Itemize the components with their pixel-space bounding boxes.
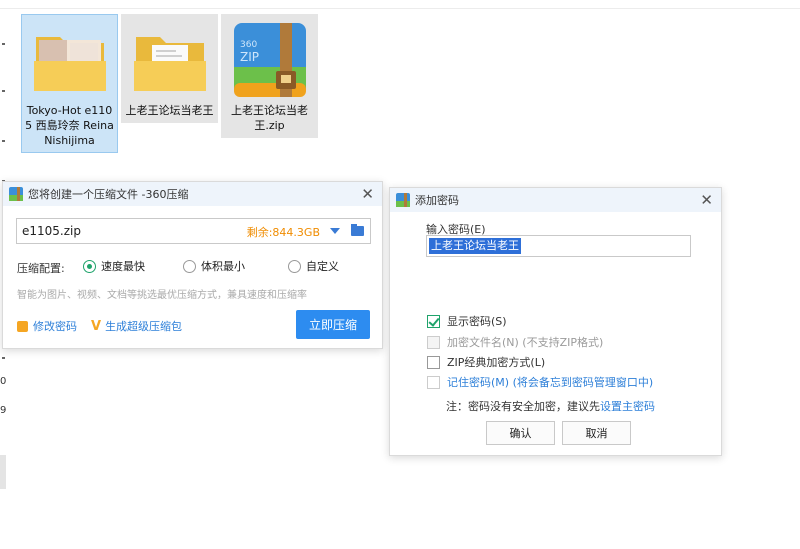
file-name: Tokyo-Hot e1105 西島玲奈 Reina Nishijima bbox=[25, 104, 114, 147]
edge-mark bbox=[2, 357, 5, 359]
show-password-checkbox[interactable]: 显示密码(S) bbox=[427, 313, 507, 329]
file-name: 上老王论坛当老王 bbox=[125, 104, 214, 117]
radio-circle bbox=[83, 259, 96, 273]
v-badge-icon: V bbox=[91, 318, 102, 334]
close-icon[interactable]: ✕ bbox=[361, 185, 374, 203]
radio-label: 体积最小 bbox=[201, 260, 245, 273]
compress-dialog-titlebar[interactable]: 您将创建一个压缩文件 -360压缩 ✕ bbox=[3, 182, 382, 206]
change-password-link[interactable]: 修改密码 bbox=[33, 318, 77, 334]
free-space-label: 剩余:844.3GB bbox=[246, 226, 320, 239]
config-label: 压缩配置: bbox=[17, 262, 65, 275]
radio-custom[interactable]: 自定义 bbox=[288, 258, 339, 274]
password-dialog-title: 添加密码 bbox=[415, 194, 459, 207]
archive-filename[interactable]: e1105.zip bbox=[22, 224, 81, 238]
compress-links: 修改密码 V 生成超级压缩包 bbox=[17, 318, 182, 334]
compress-dialog-title: 您将创建一个压缩文件 -360压缩 bbox=[28, 188, 189, 201]
radio-smallest[interactable]: 体积最小 bbox=[183, 258, 245, 274]
photo-folder-icon bbox=[30, 21, 110, 101]
super-archive-link[interactable]: 生成超级压缩包 bbox=[105, 318, 182, 334]
compress-now-button[interactable]: 立即压缩 bbox=[296, 310, 370, 339]
browse-folder-icon[interactable] bbox=[351, 224, 364, 236]
add-password-dialog: 添加密码 ✕ 输入密码(E) 上老王论坛当老王 显示密码(S) 加密文件名(N)… bbox=[389, 187, 722, 456]
checkbox-label: 加密文件名(N) (不支持ZIP格式) bbox=[447, 336, 604, 349]
edge-mark bbox=[2, 140, 5, 142]
encrypt-filenames-checkbox[interactable]: 加密文件名(N) (不支持ZIP格式) bbox=[427, 334, 603, 350]
checkbox-label: ZIP经典加密方式(L) bbox=[447, 356, 546, 369]
file-item-folder-2[interactable]: 上老王论坛当老王 bbox=[121, 14, 218, 123]
compress-hint: 智能为图片、视频、文档等挑选最优压缩方式，兼具速度和压缩率 bbox=[17, 290, 307, 301]
password-dialog-titlebar[interactable]: 添加密码 ✕ bbox=[390, 188, 721, 212]
password-value[interactable]: 上老王论坛当老王 bbox=[429, 238, 521, 254]
folder-icon bbox=[130, 21, 210, 101]
compress-app-icon bbox=[9, 187, 23, 201]
checkbox-box bbox=[427, 335, 440, 349]
edge-glyph: 9 bbox=[0, 405, 7, 416]
note-text: 注：密码没有安全加密，建议先 bbox=[446, 400, 600, 413]
svg-text:ZIP: ZIP bbox=[240, 50, 259, 64]
remember-password-checkbox[interactable]: 记住密码(M) (将会备忘到密码管理窗口中) bbox=[427, 374, 653, 390]
file-name: 上老王论坛当老王.zip bbox=[231, 104, 308, 132]
radio-circle bbox=[183, 259, 196, 273]
top-divider bbox=[0, 8, 800, 9]
radio-label: 自定义 bbox=[306, 260, 339, 273]
zip-archive-icon: 360 ZIP bbox=[230, 21, 310, 101]
file-item-zip[interactable]: 360 ZIP 上老王论坛当老王.zip bbox=[221, 14, 318, 138]
checkbox-box bbox=[427, 314, 440, 328]
edge-glyph: 0 bbox=[0, 376, 7, 387]
scrollbar-thumb[interactable] bbox=[0, 455, 6, 489]
checkbox-box bbox=[427, 355, 440, 369]
compress-app-icon bbox=[396, 193, 410, 207]
password-field[interactable]: 上老王论坛当老王 bbox=[426, 235, 691, 257]
cancel-button[interactable]: 取消 bbox=[562, 421, 631, 445]
checkbox-label: 显示密码(S) bbox=[447, 315, 507, 328]
zip-classic-checkbox[interactable]: ZIP经典加密方式(L) bbox=[427, 354, 545, 370]
chevron-down-icon[interactable] bbox=[330, 228, 340, 234]
radio-label: 速度最快 bbox=[101, 260, 145, 273]
svg-text:360: 360 bbox=[240, 40, 257, 50]
edge-mark bbox=[2, 90, 5, 92]
checkbox-label: 记住密码(M) (将会备忘到密码管理窗口中) bbox=[447, 376, 654, 389]
radio-circle bbox=[288, 259, 301, 273]
security-note: 注：密码没有安全加密，建议先设置主密码 bbox=[446, 398, 655, 414]
checkbox-box bbox=[427, 375, 440, 389]
lock-icon bbox=[17, 320, 28, 332]
compress-dialog: 您将创建一个压缩文件 -360压缩 ✕ e1105.zip 剩余:844.3GB… bbox=[2, 181, 383, 349]
radio-fastest[interactable]: 速度最快 bbox=[83, 258, 145, 274]
ok-button[interactable]: 确认 bbox=[486, 421, 555, 445]
archive-filename-field[interactable]: e1105.zip 剩余:844.3GB bbox=[16, 218, 371, 244]
file-item-folder-1[interactable]: Tokyo-Hot e1105 西島玲奈 Reina Nishijima bbox=[21, 14, 118, 153]
close-icon[interactable]: ✕ bbox=[700, 191, 713, 209]
edge-mark bbox=[2, 43, 5, 45]
compress-config-row: 压缩配置: 速度最快 体积最小 自定义 bbox=[17, 258, 377, 276]
set-master-password-link[interactable]: 设置主密码 bbox=[600, 400, 655, 413]
